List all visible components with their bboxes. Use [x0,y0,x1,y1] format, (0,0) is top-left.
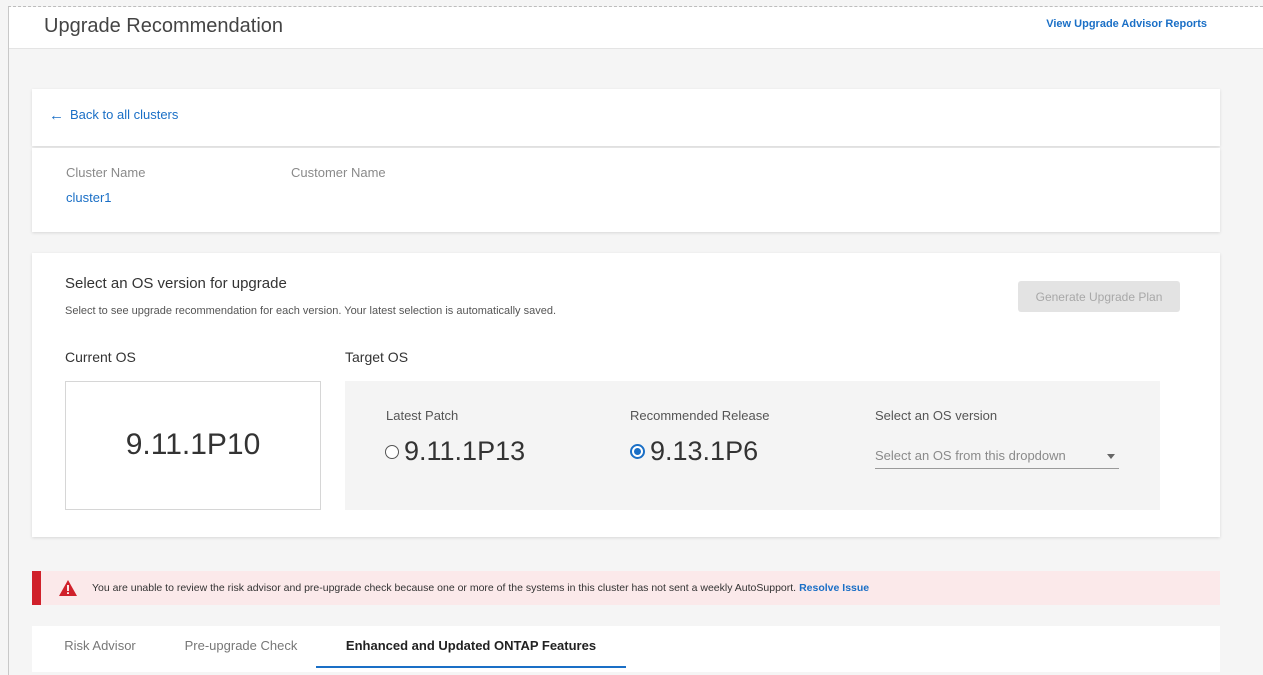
warning-message: You are unable to review the risk adviso… [92,582,869,594]
generate-upgrade-plan-button[interactable]: Generate Upgrade Plan [1018,281,1180,312]
os-section-title: Select an OS version for upgrade [65,275,287,292]
recommended-release-label: Recommended Release [630,408,770,423]
cluster-name-label: Cluster Name [66,165,146,180]
warning-triangle-icon [59,580,77,596]
os-section-subtitle: Select to see upgrade recommendation for… [65,305,556,317]
view-reports-link[interactable]: View Upgrade Advisor Reports [1046,18,1207,30]
cluster-name-value[interactable]: cluster1 [66,190,112,205]
current-os-version: 9.11.1P10 [125,428,261,461]
app-frame: Upgrade Recommendation View Upgrade Advi… [8,6,1263,675]
current-os-box: 9.11.1P10 [65,381,321,510]
target-os-panel: Latest Patch 9.11.1P13 Recommended Relea… [345,381,1160,510]
back-link-label: Back to all clusters [70,107,179,122]
arrow-left-icon: ← [49,107,64,124]
back-to-clusters-link[interactable]: ← Back to all clusters [49,107,178,124]
caret-down-icon [1107,454,1115,459]
current-os-label: Current OS [65,349,136,365]
latest-patch-value: 9.11.1P13 [404,436,526,466]
autosupport-warning-banner: You are unable to review the risk adviso… [32,571,1220,605]
latest-patch-label: Latest Patch [386,408,459,423]
tab-risk-advisor[interactable]: Risk Advisor [45,626,155,668]
radio-unselected-icon [385,444,399,459]
customer-name-label: Customer Name [291,165,386,180]
recommended-release-value: 9.13.1P6 [650,436,759,466]
select-os-version-label: Select an OS version [875,408,998,423]
cluster-info-card: Cluster Name cluster1 Customer Name [32,148,1220,232]
detail-tabs: Risk Advisor Pre-upgrade Check Enhanced … [32,626,1220,672]
tab-ontap-features[interactable]: Enhanced and Updated ONTAP Features [316,626,626,668]
back-card: ← Back to all clusters [32,89,1220,146]
target-os-label: Target OS [345,349,409,365]
tab-pre-upgrade-check[interactable]: Pre-upgrade Check [166,626,316,668]
warning-message-text: You are unable to review the risk adviso… [92,582,797,594]
warning-accent-bar [32,571,41,605]
dropdown-placeholder: Select an OS from this dropdown [875,448,1066,463]
os-version-dropdown[interactable]: Select an OS from this dropdown [875,445,1119,469]
os-selection-card: Select an OS version for upgrade Select … [32,253,1220,537]
recommended-release-radio[interactable]: 9.13.1P6 [630,436,758,467]
page-header: Upgrade Recommendation View Upgrade Advi… [9,7,1263,49]
page-title: Upgrade Recommendation [44,15,284,37]
resolve-issue-link[interactable]: Resolve Issue [799,582,869,594]
latest-patch-radio[interactable]: 9.11.1P13 [385,436,525,467]
radio-selected-icon [630,444,645,459]
